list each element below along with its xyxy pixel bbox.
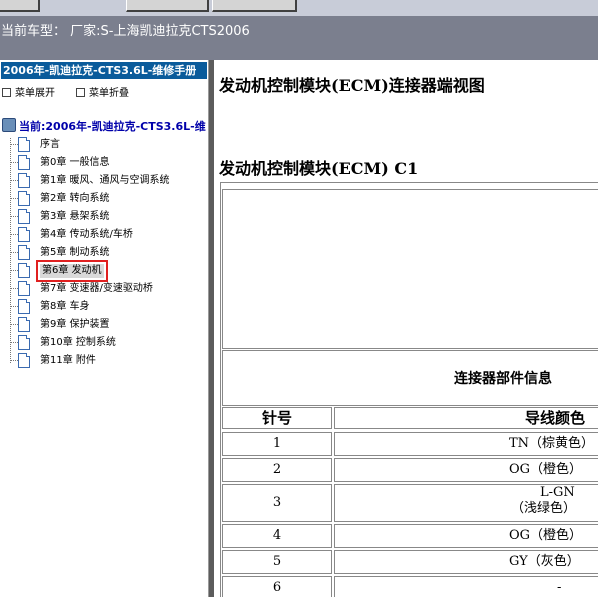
tree-item-label: 第10章 控制系统 — [40, 337, 116, 348]
tree-connector — [10, 180, 18, 181]
tree-item-label: 第8章 车身 — [40, 301, 90, 312]
page-title: 发动机控制模块(ECM)连接器端视图 — [219, 76, 485, 95]
wire-color-cell: GY（灰色） — [334, 550, 598, 574]
tree-connector — [10, 198, 18, 199]
tree-connector — [10, 288, 18, 289]
wire-color-text: - — [557, 580, 562, 595]
tree-item-label: 第3章 悬架系统 — [40, 211, 110, 222]
tree-connector — [10, 216, 18, 217]
collapse-menu-button[interactable]: 菜单折叠 — [76, 84, 129, 99]
document-icon — [18, 227, 30, 242]
pin-number-cell: 1 — [222, 432, 332, 456]
pin-number-cell: 5 — [222, 550, 332, 574]
document-icon — [18, 137, 30, 152]
wire-color-cell: - — [334, 576, 598, 597]
wire-color-cell: OG（橙色） — [334, 458, 598, 482]
tree-connector — [10, 252, 18, 253]
document-icon — [18, 191, 30, 206]
tree-root[interactable]: 当前:2006年-凯迪拉克-CTS3.6L-维 — [2, 118, 206, 134]
vehicle-status-bar: 当前车型： 厂家:S-上海凯迪拉克CTS2006 — [0, 16, 598, 60]
document-icon — [18, 317, 30, 332]
tree-connector — [10, 306, 18, 307]
tree-connector — [10, 324, 18, 325]
tree-connector — [10, 270, 18, 271]
tree-connector — [10, 144, 18, 145]
tree-item-label: 第0章 一般信息 — [40, 157, 110, 168]
tree-item-label-selected: 第6章 发动机 — [36, 260, 108, 282]
document-icon — [18, 209, 30, 224]
wire-color-text-line2: （浅绿色） — [511, 501, 577, 516]
pin-number-cell: 3 — [222, 484, 332, 522]
document-icon — [18, 281, 30, 296]
pin-number-cell: 6 — [222, 576, 332, 597]
wire-color-text: OG（橙色） — [509, 528, 583, 543]
tree-item-label: 序言 — [40, 139, 60, 150]
toolbar-button-2[interactable] — [126, 0, 209, 12]
tree-connector — [10, 234, 18, 235]
computer-icon — [2, 118, 16, 132]
wire-color-text: GY（灰色） — [509, 554, 580, 569]
document-icon — [18, 245, 30, 260]
tree-connector — [10, 360, 18, 361]
wire-color-column-header: 导线颜色 — [334, 407, 598, 429]
tree-item-label: 第4章 传动系统/车桥 — [40, 229, 133, 240]
toolbar-button-1[interactable] — [0, 0, 40, 12]
document-icon — [18, 353, 30, 368]
tree-item-label: 第5章 制动系统 — [40, 247, 110, 258]
wire-color-cell: L-GN （浅绿色） — [334, 484, 598, 522]
wire-color-cell: TN（棕黄色） — [334, 432, 598, 456]
document-icon — [18, 155, 30, 170]
tree-item-label: 第11章 附件 — [40, 355, 96, 366]
expand-icon — [2, 88, 11, 97]
document-icon — [18, 335, 30, 350]
section-title: 发动机控制模块(ECM) C1 — [219, 159, 419, 178]
wire-color-text: OG（橙色） — [509, 462, 583, 477]
document-icon — [18, 299, 30, 314]
wire-color-text: TN（棕黄色） — [509, 436, 595, 451]
navigation-pane: 2006年-凯迪拉克-CTS3.6L-维修手册 菜单展开 菜单折叠 当前:200… — [0, 60, 208, 597]
tree-connector — [10, 342, 18, 343]
pin-column-header: 针号 — [222, 407, 332, 429]
expand-menu-button[interactable]: 菜单展开 — [2, 84, 55, 99]
pin-number-cell: 2 — [222, 458, 332, 482]
tree-item-label: 第7章 变速器/变速驱动桥 — [40, 283, 153, 294]
connector-info-header: 连接器部件信息 — [222, 350, 598, 406]
document-icon — [18, 263, 30, 278]
tree-item-label: 第9章 保护装置 — [40, 319, 110, 330]
tree-connector-line — [10, 138, 11, 363]
toolbar-button-3[interactable] — [212, 0, 297, 12]
pin-number-cell: 4 — [222, 524, 332, 548]
tree-item-label: 第1章 暖风、通风与空调系统 — [40, 175, 170, 186]
top-toolbar — [0, 0, 598, 16]
document-icon — [18, 173, 30, 188]
manual-title: 2006年-凯迪拉克-CTS3.6L-维修手册 — [1, 62, 207, 79]
tree-item-label: 第2章 转向系统 — [40, 193, 110, 204]
collapse-icon — [76, 88, 85, 97]
tree-connector — [10, 162, 18, 163]
wire-color-cell: OG（橙色） — [334, 524, 598, 548]
connector-diagram-placeholder — [222, 189, 598, 349]
wire-color-text: L-GN — [540, 485, 575, 500]
content-pane: 发动机控制模块(ECM)连接器端视图 发动机控制模块(ECM) C1 连接器部件… — [214, 60, 598, 597]
current-vehicle-text: 当前车型： 厂家:S-上海凯迪拉克CTS2006 — [1, 24, 250, 39]
